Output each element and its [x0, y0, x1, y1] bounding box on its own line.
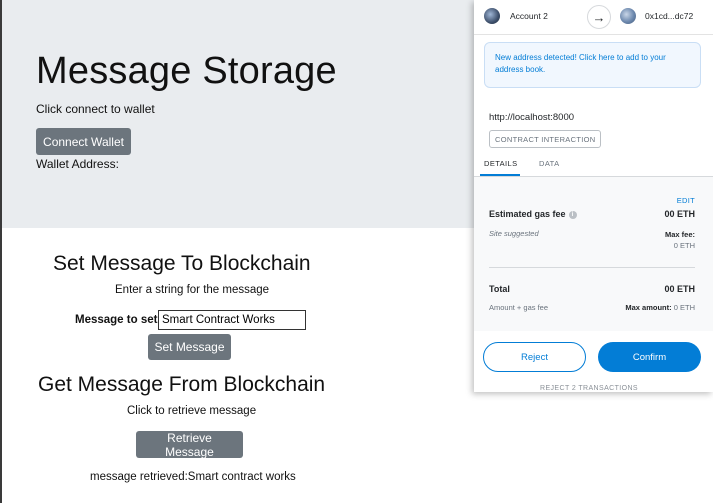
max-amount-value: 0 ETH — [673, 303, 695, 312]
details-divider — [489, 267, 695, 268]
popup-tabs: DETAILS DATA — [474, 152, 713, 177]
estimated-gas-fee-row: Estimated gas fee i — [489, 209, 577, 219]
max-fee-label: Max fee: — [664, 230, 695, 239]
connect-wallet-button[interactable]: Connect Wallet — [36, 128, 131, 155]
get-message-heading: Get Message From Blockchain — [38, 373, 326, 396]
max-amount: Max amount: 0 ETH — [625, 303, 695, 312]
tab-details[interactable]: DETAILS — [484, 159, 518, 168]
active-tab-indicator — [480, 174, 520, 176]
transaction-details: EDIT Estimated gas fee i 00 ETH Site sugg… — [474, 177, 713, 331]
account-name: Account 2 — [510, 11, 548, 21]
set-message-heading: Set Message To Blockchain — [53, 252, 311, 275]
amount-plus-gas-label: Amount + gas fee — [489, 303, 548, 312]
info-icon[interactable]: i — [568, 210, 577, 219]
message-input[interactable] — [158, 310, 306, 330]
edit-gas-link[interactable]: EDIT — [677, 196, 695, 205]
reject-all-link[interactable]: REJECT 2 TRANSACTIONS — [540, 385, 638, 392]
estimated-gas-fee-value: 00 ETH — [664, 209, 695, 219]
set-message-button[interactable]: Set Message — [148, 334, 231, 360]
new-address-notice[interactable]: New address detected! Click here to add … — [484, 42, 701, 88]
set-message-instruction: Enter a string for the message — [115, 284, 270, 296]
wallet-address-label: Wallet Address: — [36, 157, 119, 171]
account-avatar — [484, 8, 500, 24]
confirm-button[interactable]: Confirm — [598, 342, 701, 372]
site-suggested-label: Site suggested — [489, 229, 539, 238]
contract-interaction-badge: CONTRACT INTERACTION — [489, 130, 602, 148]
retrieve-message-button[interactable]: Retrieve Message — [136, 431, 243, 459]
page-title: Message Storage — [36, 50, 337, 92]
message-input-label: Message to set — [75, 314, 158, 326]
popup-header: Account 2 → 0x1cd...dc72 — [474, 0, 713, 35]
recipient-avatar — [620, 8, 636, 24]
retrieved-message-text: message retrieved:Smart contract works — [90, 471, 296, 483]
tab-data[interactable]: DATA — [539, 159, 560, 168]
reject-button[interactable]: Reject — [483, 342, 586, 372]
estimated-gas-fee-label: Estimated gas fee — [489, 209, 566, 219]
max-amount-label: Max amount: — [625, 303, 672, 312]
recipient-address[interactable]: 0x1cd...dc72 — [645, 11, 693, 21]
get-message-instruction: Click to retrieve message — [127, 405, 257, 417]
total-label: Total — [489, 284, 510, 294]
metamask-popup: Account 2 → 0x1cd...dc72 New address det… — [474, 0, 713, 392]
max-fee: Max fee: 0 ETH — [665, 229, 695, 251]
connect-instruction: Click connect to wallet — [36, 102, 155, 116]
total-value: 00 ETH — [664, 284, 695, 294]
max-fee-value: 0 ETH — [673, 241, 695, 250]
request-origin: http://localhost:8000 — [489, 112, 575, 123]
arrow-right-icon: → — [587, 5, 611, 29]
